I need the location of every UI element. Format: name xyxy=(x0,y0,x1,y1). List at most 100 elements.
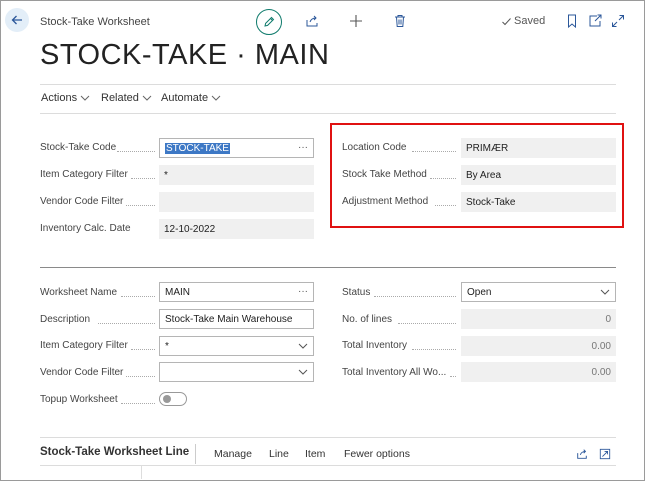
total-inventory-field: 0.00 xyxy=(461,336,616,356)
page-caption: Stock-Take Worksheet xyxy=(40,16,150,28)
chevron-down-icon xyxy=(211,95,221,101)
lines-divider xyxy=(40,437,616,438)
delete-button[interactable] xyxy=(392,13,408,29)
ws-vendor-code-filter-select[interactable] xyxy=(159,362,314,382)
title-divider xyxy=(40,84,616,85)
worksheet-name-label: Worksheet Name xyxy=(40,287,118,298)
item-menu[interactable]: Item xyxy=(305,448,325,460)
vendor-code-filter-field[interactable] xyxy=(159,192,314,212)
item-category-filter-value: * xyxy=(164,169,168,181)
chevron-down-icon xyxy=(298,343,308,349)
trash-icon xyxy=(395,15,405,27)
ws-item-category-filter-select[interactable]: * xyxy=(159,336,314,356)
bookmark-button[interactable] xyxy=(564,13,580,29)
ellipsis-icon[interactable]: ··· xyxy=(298,286,308,297)
leader-dots xyxy=(117,151,155,152)
bookmark-icon xyxy=(568,14,576,28)
ws-vendor-code-filter-label: Vendor Code Filter xyxy=(40,367,124,378)
share-icon xyxy=(306,15,318,27)
total-inventory-label: Total Inventory xyxy=(342,340,408,351)
back-arrow-icon xyxy=(11,15,22,25)
topup-worksheet-label: Topup Worksheet xyxy=(40,394,118,405)
leader-dots xyxy=(98,323,155,324)
chevron-down-icon xyxy=(80,95,90,101)
item-category-filter-label: Item Category Filter xyxy=(40,169,128,180)
total-inventory-all-value: 0.00 xyxy=(591,366,611,378)
total-inventory-value: 0.00 xyxy=(591,340,611,352)
edit-button[interactable] xyxy=(256,9,282,35)
chevron-down-icon xyxy=(298,369,308,375)
new-button[interactable] xyxy=(348,13,364,29)
topup-worksheet-toggle[interactable] xyxy=(159,392,187,406)
chevron-down-icon xyxy=(142,95,152,101)
plus-icon xyxy=(350,15,362,27)
stock-take-code-value: STOCK-TAKE xyxy=(165,142,230,154)
actions-divider xyxy=(40,113,616,114)
lines-separator xyxy=(195,444,196,464)
no-of-lines-label: No. of lines xyxy=(342,314,393,325)
leader-dots xyxy=(131,178,155,179)
leader-dots xyxy=(398,323,456,324)
lines-expand-button[interactable] xyxy=(597,446,613,462)
leader-dots xyxy=(412,349,456,350)
automate-menu[interactable]: Automate xyxy=(161,92,221,104)
actions-menu[interactable]: Actions xyxy=(41,92,90,104)
no-of-lines-field: 0 xyxy=(461,309,616,329)
leader-dots xyxy=(121,403,155,404)
leader-dots xyxy=(126,376,155,377)
manage-menu[interactable]: Manage xyxy=(214,448,252,460)
stock-take-code-field[interactable]: STOCK-TAKE ··· xyxy=(159,138,314,158)
line-menu[interactable]: Line xyxy=(269,448,289,460)
toggle-knob xyxy=(163,395,171,403)
highlight-box xyxy=(330,123,624,228)
ellipsis-icon[interactable]: ··· xyxy=(298,142,308,153)
expand-small-icon xyxy=(599,448,611,460)
leader-dots xyxy=(374,296,456,297)
ws-item-category-filter-label: Item Category Filter xyxy=(40,340,128,351)
open-new-window-icon xyxy=(589,14,602,27)
description-value: Stock-Take Main Warehouse xyxy=(165,313,293,325)
fewer-options-button[interactable]: Fewer options xyxy=(344,448,410,460)
open-new-window-button[interactable] xyxy=(587,13,603,29)
actions-menu-label: Actions xyxy=(41,92,78,104)
lines-grid-border xyxy=(40,465,616,466)
section-divider xyxy=(40,267,616,268)
leader-dots xyxy=(450,376,456,377)
inventory-calc-date-label: Inventory Calc. Date xyxy=(40,223,131,234)
back-button[interactable] xyxy=(5,8,29,32)
related-menu[interactable]: Related xyxy=(101,92,152,104)
share-button[interactable] xyxy=(304,13,320,29)
stock-take-code-label: Stock-Take Code xyxy=(40,142,117,153)
item-category-filter-field[interactable]: * xyxy=(159,165,314,185)
ws-item-category-filter-value: * xyxy=(165,340,169,352)
status-value: Open xyxy=(467,286,492,298)
description-field[interactable]: Stock-Take Main Warehouse xyxy=(159,309,314,329)
total-inventory-all-label: Total Inventory All Wo... xyxy=(342,367,447,378)
worksheet-name-value: MAIN xyxy=(165,286,190,298)
check-icon xyxy=(502,17,511,25)
grid-column-divider xyxy=(141,465,142,479)
status-label: Status xyxy=(342,287,371,298)
related-menu-label: Related xyxy=(101,92,139,104)
vendor-code-filter-label: Vendor Code Filter xyxy=(40,196,124,207)
lines-section-title[interactable]: Stock-Take Worksheet Line xyxy=(40,446,189,458)
leader-dots xyxy=(126,205,155,206)
description-label: Description xyxy=(40,314,91,325)
saved-indicator: Saved xyxy=(501,15,545,27)
pencil-icon xyxy=(264,16,275,27)
total-inventory-all-field: 0.00 xyxy=(461,362,616,382)
worksheet-name-field[interactable]: MAIN ··· xyxy=(159,282,314,302)
leader-dots xyxy=(131,349,155,350)
inventory-calc-date-field[interactable]: 12-10-2022 xyxy=(159,219,314,239)
leader-dots xyxy=(121,296,155,297)
lines-share-button[interactable] xyxy=(574,446,590,462)
page-title: STOCK-TAKE · MAIN xyxy=(40,39,330,71)
automate-menu-label: Automate xyxy=(161,92,209,104)
status-select[interactable]: Open xyxy=(461,282,616,302)
share-small-icon xyxy=(577,449,587,459)
expand-button[interactable] xyxy=(610,13,626,29)
chevron-down-icon xyxy=(600,289,610,295)
expand-icon xyxy=(612,15,624,27)
saved-label: Saved xyxy=(514,15,546,27)
inventory-calc-date-value: 12-10-2022 xyxy=(164,223,216,235)
